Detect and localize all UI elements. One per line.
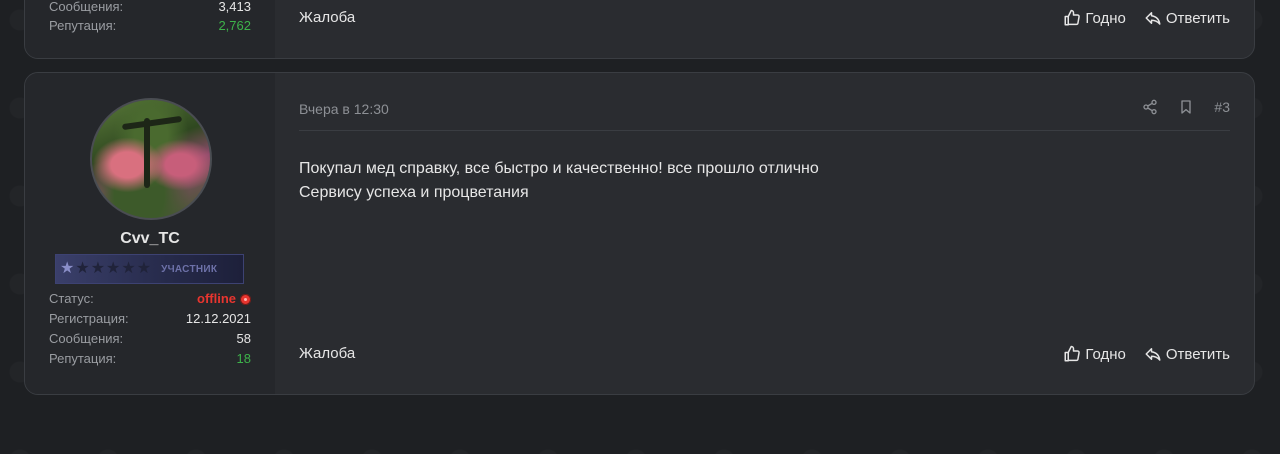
stat-value: 18 [236, 351, 251, 366]
like-label: Годно [1085, 9, 1126, 27]
stat-label: Сообщения: [49, 331, 124, 346]
stat-label: Сообщения: [49, 0, 124, 14]
reply-button[interactable]: Ответить [1144, 9, 1230, 27]
status-text: offline [197, 291, 236, 306]
username[interactable]: Cvv_TC [25, 230, 275, 248]
star-icon: ★ [75, 260, 90, 277]
rank-label: УЧАСТНИК [161, 263, 218, 275]
stat-reputation: Репутация: 18 [49, 351, 251, 367]
stat-label: Статус: [49, 291, 94, 306]
stat-label: Репутация: [49, 18, 117, 33]
star-icon: ★ [90, 260, 106, 277]
stat-value: 3,413 [218, 0, 251, 14]
share-icon[interactable] [1142, 99, 1158, 115]
stat-status: Статус: offline [49, 291, 251, 307]
reply-label: Ответить [1165, 9, 1230, 27]
post-actions: Годно Ответить [1063, 345, 1230, 363]
stat-reputation: Репутация: 2,762 [49, 18, 251, 34]
reply-icon [1144, 345, 1162, 363]
author-sidebar: Cvv_TC ★ ★ ★ ★ ★ ★ УЧАСТНИК Статус: offl… [25, 73, 275, 394]
report-link[interactable]: Жалоба [299, 9, 355, 26]
previous-post-content: Жалоба Годно Ответить [299, 0, 1230, 58]
previous-post: Сообщения: 3,413 Репутация: 2,762 Жалоба… [24, 0, 1255, 59]
report-link[interactable]: Жалоба [299, 345, 355, 362]
post-number[interactable]: #3 [1214, 99, 1230, 115]
stat-messages: Сообщения: 58 [49, 331, 251, 347]
thumbs-up-icon [1063, 9, 1081, 27]
rank-stars: ★ ★ ★ ★ ★ ★ [60, 261, 151, 277]
stat-value: 12.12.2021 [185, 311, 251, 326]
star-icon: ★ [121, 260, 136, 277]
avatar[interactable] [90, 98, 212, 220]
bookmark-icon[interactable] [1178, 99, 1194, 115]
star-icon: ★ [136, 260, 152, 277]
post-message: Покупал мед справку, все быстро и качест… [299, 157, 819, 205]
message-line: Сервису успеха и процветания [299, 184, 529, 201]
post-tools: #3 [1142, 99, 1230, 115]
message-line: Покупал мед справку, все быстро и качест… [299, 160, 819, 177]
reply-button[interactable]: Ответить [1144, 345, 1230, 363]
previous-post-author-sidebar: Сообщения: 3,413 Репутация: 2,762 [25, 0, 275, 58]
star-icon: ★ [60, 260, 75, 277]
post-content: Вчера в 12:30 #3 Покупал мед справку, вс… [299, 73, 1230, 394]
status-value: offline [197, 291, 251, 307]
like-label: Годно [1085, 345, 1126, 363]
rank-badge: ★ ★ ★ ★ ★ ★ УЧАСТНИК [55, 254, 244, 284]
stat-label: Регистрация: [49, 311, 129, 326]
offline-indicator-icon [240, 293, 251, 305]
like-button[interactable]: Годно [1063, 9, 1126, 27]
stat-registration: Регистрация: 12.12.2021 [49, 311, 251, 327]
star-icon: ★ [106, 260, 121, 277]
reply-label: Ответить [1165, 345, 1230, 363]
stat-value: 58 [236, 331, 251, 346]
divider [299, 130, 1230, 131]
stat-messages: Сообщения: 3,413 [49, 0, 251, 15]
stat-value: 2,762 [218, 18, 251, 33]
forum-post: Cvv_TC ★ ★ ★ ★ ★ ★ УЧАСТНИК Статус: offl… [24, 72, 1255, 395]
post-actions: Годно Ответить [1063, 9, 1230, 27]
thumbs-up-icon [1063, 345, 1081, 363]
like-button[interactable]: Годно [1063, 345, 1126, 363]
post-timestamp[interactable]: Вчера в 12:30 [299, 101, 389, 117]
stat-label: Репутация: [49, 351, 117, 366]
reply-icon [1144, 9, 1162, 27]
